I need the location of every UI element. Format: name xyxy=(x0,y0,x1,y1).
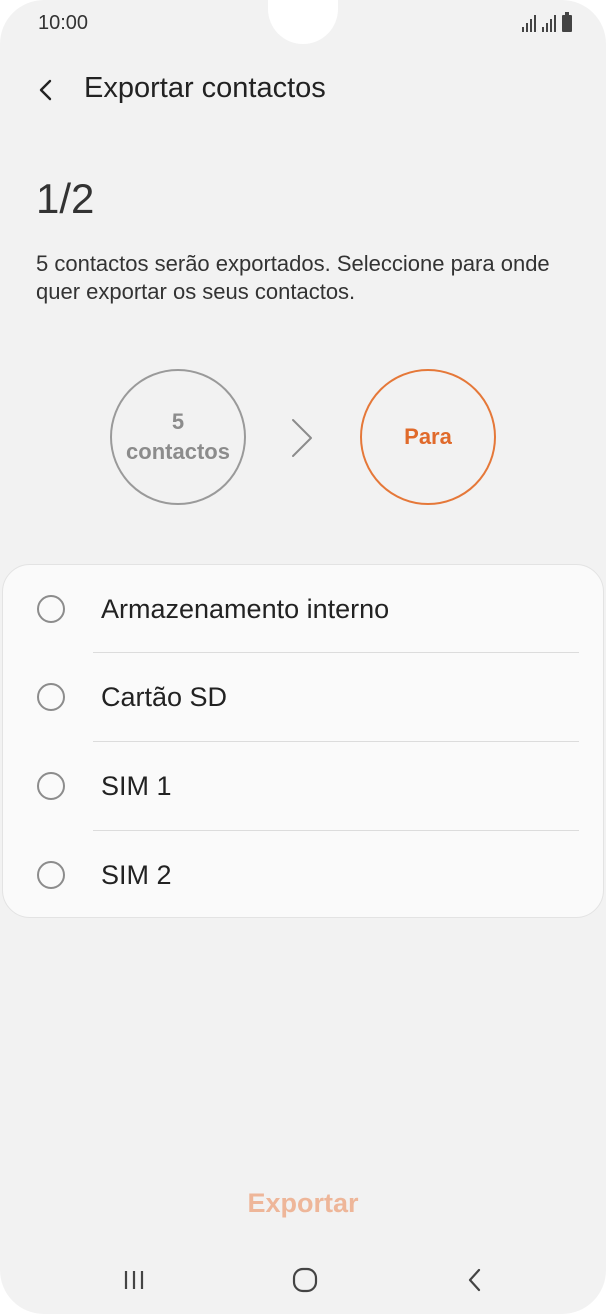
destination-label: Para xyxy=(404,424,452,449)
option-label: Armazenamento interno xyxy=(101,594,390,624)
option-sim-2[interactable]: SIM 2 xyxy=(3,831,605,919)
page-title: Exportar contactos xyxy=(84,72,326,104)
destination-circle: Para xyxy=(360,369,496,505)
option-label: SIM 1 xyxy=(101,771,172,801)
camera-notch xyxy=(268,0,338,44)
home-icon xyxy=(292,1267,318,1293)
source-label: contactos xyxy=(126,439,230,464)
recent-apps-icon xyxy=(124,1271,144,1289)
phone-screen: 10:00 Exportar contactos 1/2 5 contactos… xyxy=(0,0,606,1314)
step-indicator: 1/2 xyxy=(36,175,95,222)
chevron-right-icon xyxy=(292,419,312,457)
back-icon xyxy=(468,1268,481,1292)
status-bar: 10:00 xyxy=(0,0,606,48)
navigation-bar xyxy=(0,1250,606,1310)
back-button[interactable] xyxy=(30,72,66,108)
status-time: 10:00 xyxy=(38,12,89,34)
option-label: Cartão SD xyxy=(101,682,228,712)
radio-button[interactable] xyxy=(37,861,65,889)
battery-icon xyxy=(562,12,572,32)
option-sd-card[interactable]: Cartão SD xyxy=(3,653,605,741)
export-button[interactable]: Exportar xyxy=(203,1180,403,1226)
source-count: 5 xyxy=(171,409,185,434)
radio-button[interactable] xyxy=(37,683,65,711)
source-circle: 5 contactos xyxy=(110,369,246,505)
destination-options: Armazenamento interno Cartão SD SIM 1 SI… xyxy=(2,564,604,918)
option-sim-1[interactable]: SIM 1 xyxy=(3,742,605,830)
signal-sim2-icon xyxy=(542,14,556,32)
radio-button[interactable] xyxy=(37,595,65,623)
status-icons xyxy=(522,12,572,32)
export-description: 5 contactos serão exportados. Seleccione… xyxy=(36,251,550,304)
option-internal-storage[interactable]: Armazenamento interno xyxy=(3,565,605,653)
signal-sim1-icon xyxy=(522,14,536,32)
app-header: Exportar contactos xyxy=(0,62,606,118)
nav-back-button[interactable] xyxy=(455,1260,495,1300)
option-label: SIM 2 xyxy=(101,860,172,890)
recent-apps-button[interactable] xyxy=(114,1260,154,1300)
home-button[interactable] xyxy=(285,1260,325,1300)
radio-button[interactable] xyxy=(37,772,65,800)
chevron-left-icon xyxy=(39,79,52,101)
